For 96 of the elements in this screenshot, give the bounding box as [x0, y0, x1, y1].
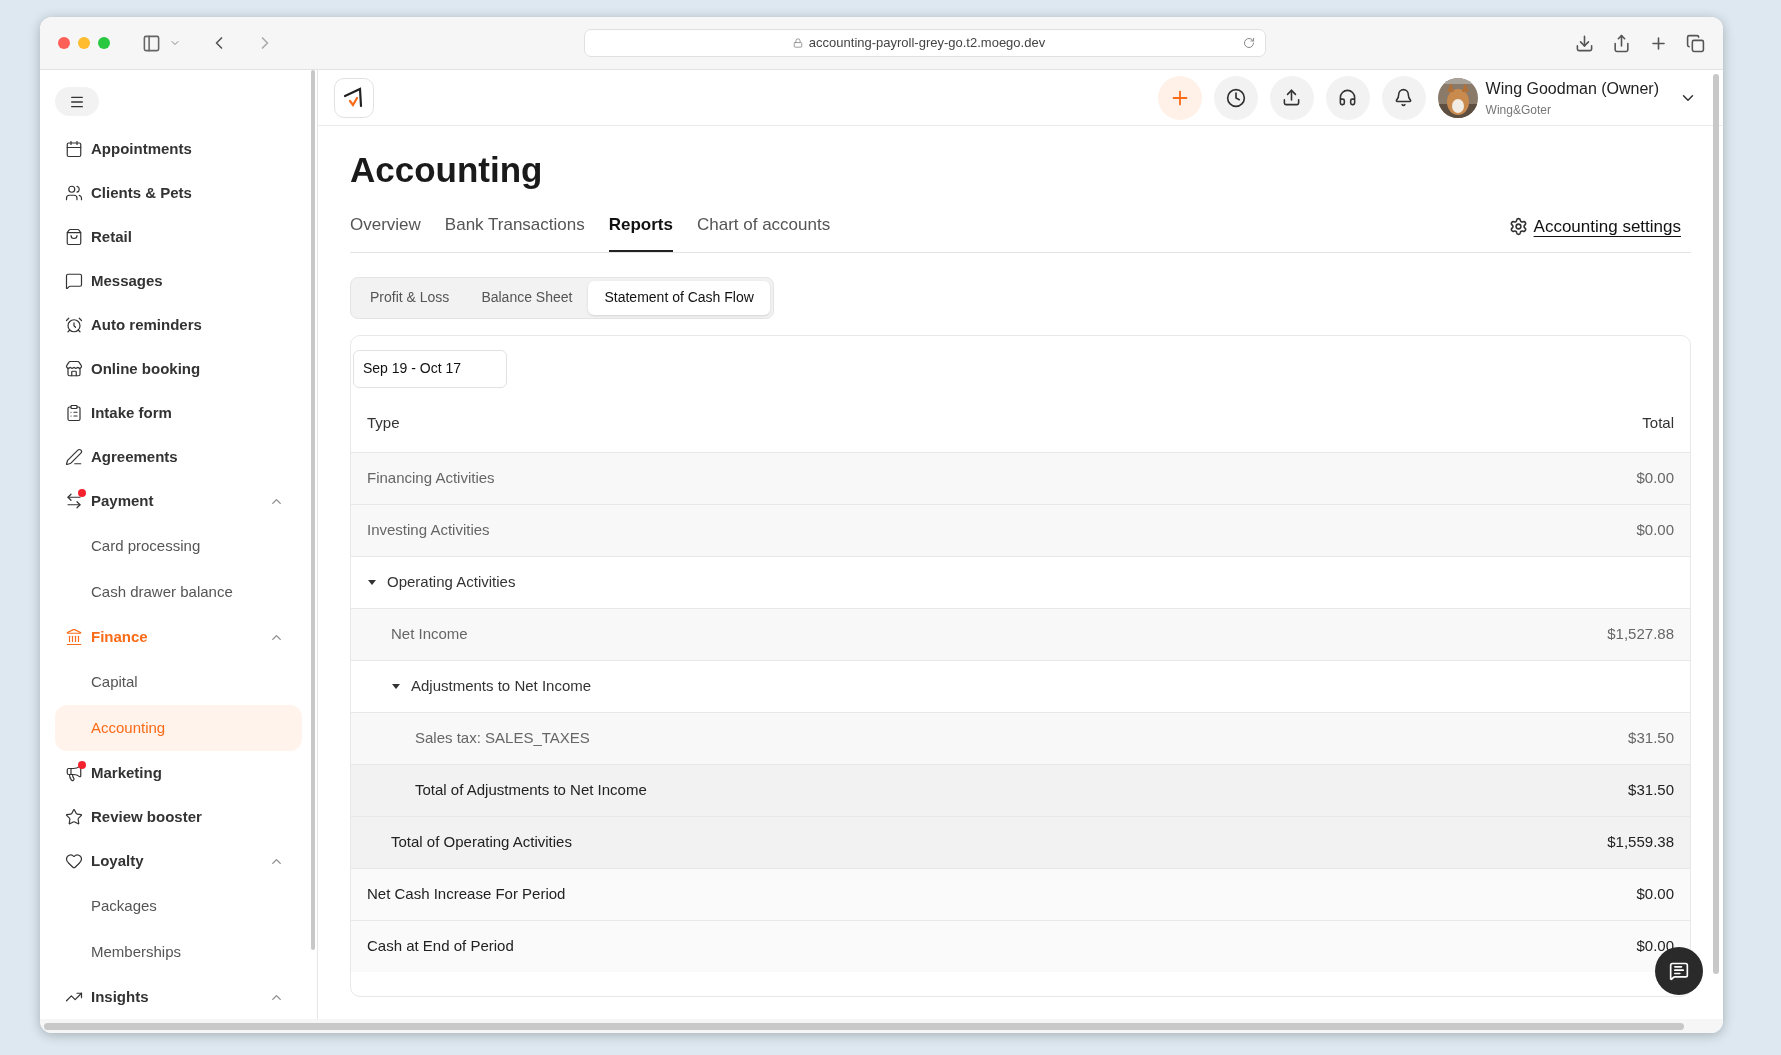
share-icon[interactable] [1612, 33, 1631, 53]
calendar-icon [65, 140, 83, 158]
sidebar-item-label: Agreements [91, 446, 179, 467]
star-icon [65, 808, 83, 826]
sidebar-item-label: Marketing [91, 762, 163, 783]
sidebar-item[interactable]: Loyalty [55, 839, 302, 883]
people-icon [65, 184, 83, 202]
table-cell-text: Cash at End of Period [367, 935, 514, 956]
table-cell-text: $0.00 [1636, 883, 1674, 904]
sidebar-item-label: Appointments [91, 138, 193, 159]
sidebar-toggle-icon[interactable] [142, 33, 161, 53]
sidebar-item[interactable]: Review booster [55, 795, 302, 839]
sidebar-item[interactable]: Intake form [55, 391, 302, 435]
table-cell-text: $0.00 [1636, 467, 1674, 488]
clock-icon [1225, 87, 1246, 108]
sidebar-subitem[interactable]: Memberships [55, 929, 302, 975]
table-cell-text: $1,527.88 [1607, 623, 1674, 644]
table-cell-text: $31.50 [1628, 727, 1674, 748]
transfer-icon [65, 492, 83, 510]
segment-tab[interactable]: Balance Sheet [465, 280, 589, 315]
sidebar-subitem[interactable]: Cash drawer balance [55, 569, 302, 615]
table-cell-text: $0.00 [1636, 935, 1674, 956]
menu-button[interactable] [55, 87, 99, 116]
table-cell-text: $0.00 [1636, 519, 1674, 540]
clipboard-icon [65, 404, 83, 422]
bell-icon [1394, 88, 1414, 107]
column-header: Total [1642, 413, 1674, 434]
table-cell-text: Total of Adjustments to Net Income [415, 779, 647, 800]
sidebar-item[interactable]: Marketing [55, 751, 302, 795]
heart-icon [65, 852, 83, 870]
sidebar-item-label: Insights [91, 986, 150, 1007]
tabs-overview-icon[interactable] [1686, 33, 1705, 53]
chat-icon [1669, 961, 1689, 981]
sidebar-item[interactable]: Retail [55, 215, 302, 259]
caret-down-icon[interactable] [367, 577, 377, 587]
segment-tab[interactable]: Profit & Loss [354, 280, 466, 315]
sidebar-item-label: Online booking [91, 358, 202, 379]
user-name: Wing Goodman (Owner) [1485, 78, 1659, 99]
date-range-field[interactable]: Sep 19 - Oct 17 [353, 349, 507, 388]
sidebar-item[interactable]: Appointments [55, 127, 302, 171]
sidebar-item[interactable]: Payment [55, 479, 302, 523]
page-title: Accounting [350, 149, 544, 191]
sidebar-item-label: Messages [91, 270, 164, 291]
table-cell-text: Total of Operating Activities [391, 831, 572, 852]
bank-icon [65, 628, 83, 646]
column-header: Type [367, 413, 401, 434]
tab[interactable]: Overview [350, 212, 421, 252]
megaphone-icon [65, 764, 83, 782]
table-cell-text: Net Cash Increase For Period [367, 883, 566, 904]
sidebar-item-label: Payment [91, 490, 155, 511]
pen-icon [65, 448, 83, 466]
segment-tab[interactable]: Statement of Cash Flow [588, 280, 770, 315]
table-cell-text: Net Income [391, 623, 468, 644]
caret-down-icon[interactable] [391, 681, 401, 691]
store-icon [65, 360, 83, 378]
table-cell-text: $1,559.38 [1607, 831, 1674, 852]
settings-link[interactable]: Accounting settings [1533, 214, 1681, 240]
sidebar-item-label: Finance [91, 626, 149, 647]
close-window-button[interactable] [58, 37, 70, 49]
reload-icon[interactable] [1243, 37, 1255, 49]
sidebar-subitem[interactable]: Packages [55, 883, 302, 929]
table-cell-text: Financing Activities [367, 467, 495, 488]
sidebar-item[interactable]: Clients & Pets [55, 171, 302, 215]
sidebar-item-label: Retail [91, 226, 133, 247]
address-bar[interactable]: accounting-payroll-grey-go.t2.moego.dev [584, 29, 1266, 57]
sidebar-item[interactable]: Messages [55, 259, 302, 303]
tab[interactable]: Chart of accounts [696, 212, 831, 252]
table-cell-text: Sales tax: SALES_TAXES [415, 727, 590, 748]
upload-icon [1282, 88, 1302, 107]
sidebar-item[interactable]: Online booking [55, 347, 302, 391]
sidebar-item-label: Loyalty [91, 850, 145, 871]
table-cell-text: Investing Activities [367, 519, 490, 540]
sidebar-item[interactable]: Auto reminders [55, 303, 302, 347]
sidebar-item-label: Review booster [91, 806, 203, 827]
table-cell-text: Adjustments to Net Income [411, 675, 592, 696]
sidebar-item[interactable]: Agreements [55, 435, 302, 479]
sidebar-item-label: Intake form [91, 402, 173, 423]
tab[interactable]: Reports [608, 212, 673, 252]
table-cell-text: $31.50 [1628, 779, 1674, 800]
bag-icon [65, 228, 83, 246]
tab[interactable]: Bank Transactions [444, 212, 585, 252]
table-cell-text: Operating Activities [387, 571, 516, 592]
download-icon[interactable] [1575, 33, 1594, 53]
settings-icon [1508, 217, 1528, 237]
lock-icon [792, 38, 803, 48]
app-logo[interactable] [334, 77, 374, 118]
business-name: Wing&Goter [1485, 101, 1552, 119]
sidebar-item[interactable]: Insights [55, 975, 302, 1019]
url-text: accounting-payroll-grey-go.t2.moego.dev [808, 34, 1046, 53]
sidebar-item-label: Auto reminders [91, 314, 203, 335]
message-icon [65, 272, 83, 290]
sidebar-subitem[interactable]: Card processing [55, 523, 302, 569]
alarm-clock-icon [65, 316, 83, 334]
headset-icon [1338, 88, 1358, 107]
sidebar-item-label: Clients & Pets [91, 182, 193, 203]
sidebar-subitem[interactable]: Capital [55, 659, 302, 705]
